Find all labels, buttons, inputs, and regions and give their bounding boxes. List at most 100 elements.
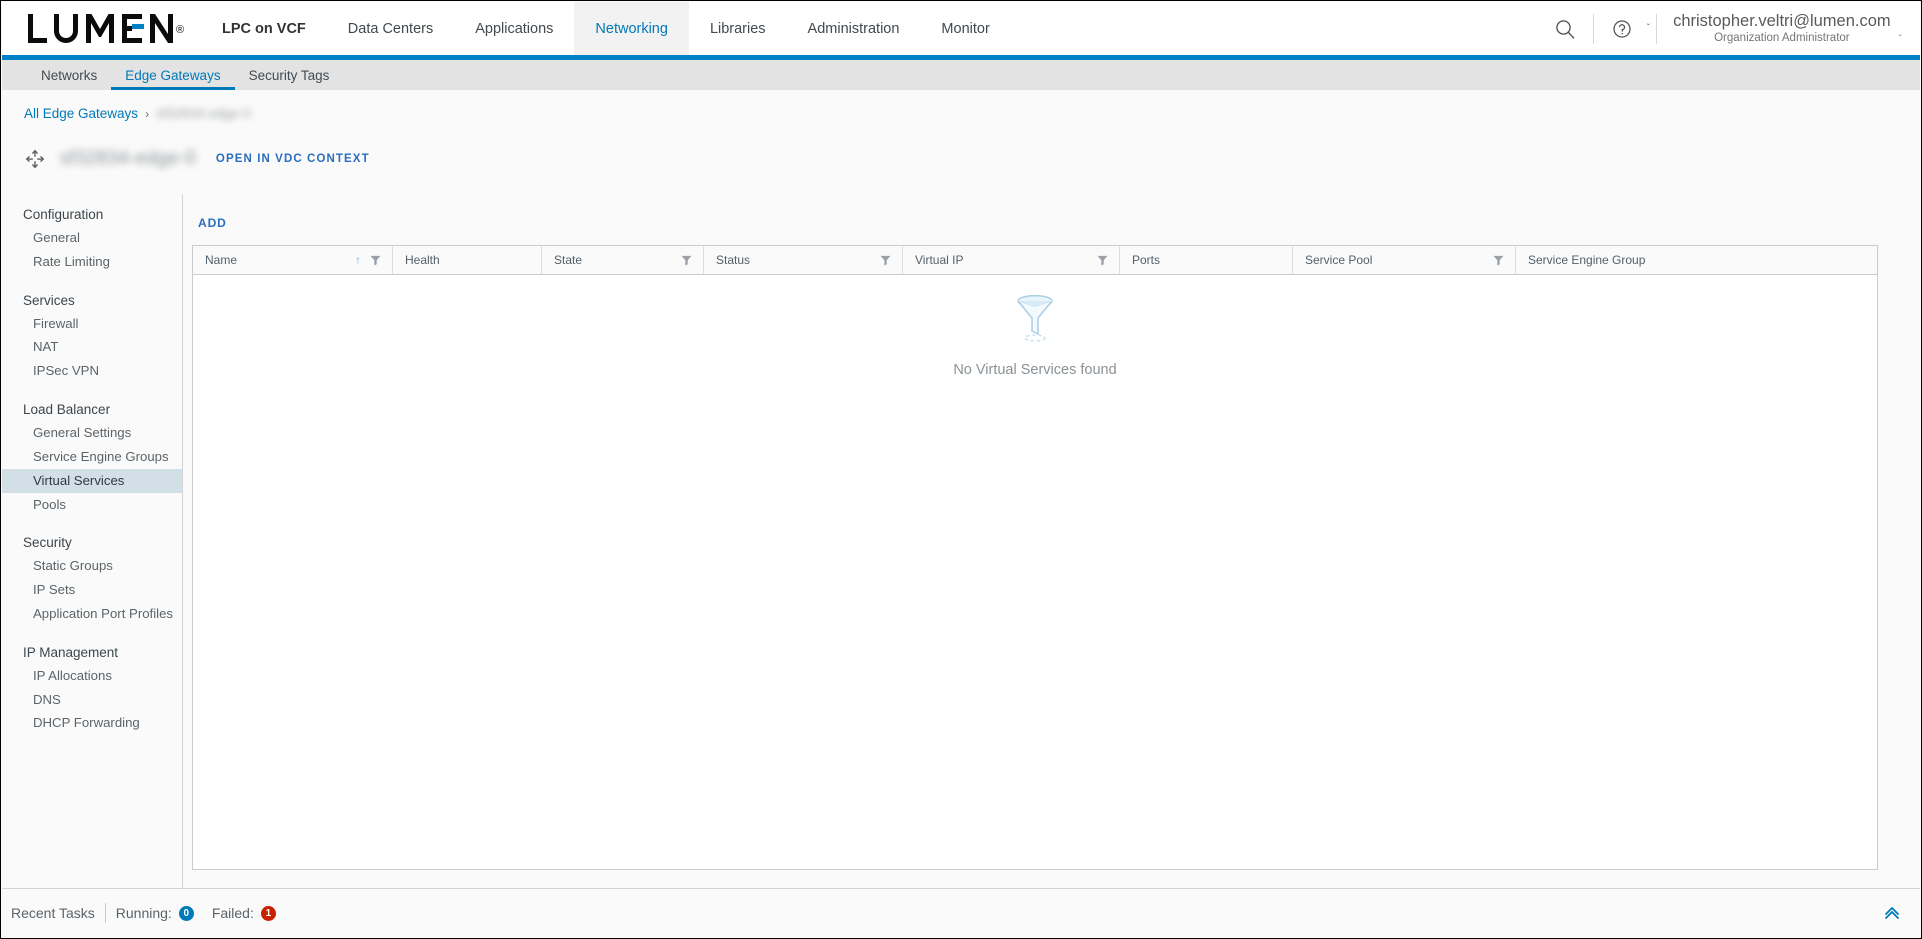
column-header-service-pool[interactable]: Service Pool	[1293, 246, 1516, 274]
user-role: Organization Administrator	[1714, 31, 1850, 44]
sidebar-item-rate-limiting[interactable]: Rate Limiting	[2, 250, 182, 274]
sidebar-item-nat[interactable]: NAT	[2, 335, 182, 359]
nav-item-monitor[interactable]: Monitor	[920, 2, 1010, 55]
column-controls: ↑	[355, 254, 392, 266]
failed-count-badge: 1	[260, 905, 276, 921]
user-menu[interactable]: christopher.veltri@lumen.com Organizatio…	[1663, 12, 1902, 46]
nav-group-title-load-balancer: Load Balancer	[23, 402, 111, 418]
column-controls	[1097, 255, 1119, 266]
nav-group-ip-management: IP Management IP Allocations DNS DHCP Fo…	[2, 642, 182, 735]
column-label: Name	[205, 253, 238, 267]
sidebar-navigation: Configuration General Rate Limiting Serv…	[2, 194, 183, 888]
status-bar: Recent Tasks Running: 0 Failed: 1	[2, 888, 1920, 937]
column-controls	[1493, 255, 1515, 266]
sidebar-item-general-settings[interactable]: General Settings	[2, 421, 182, 445]
content-area: All Edge Gateways › sf32834-edge-0 sf328…	[2, 90, 1920, 888]
main-navigation: LPC on VCF Data Centers Applications Net…	[210, 2, 1543, 55]
footer-divider	[104, 903, 106, 923]
virtual-services-table: Name ↑ Health State Status Virtual IP Ports Ser…	[192, 245, 1878, 870]
column-label: State	[554, 253, 583, 267]
nav-item-data-centers[interactable]: Data Centers	[327, 2, 454, 55]
column-controls	[681, 255, 703, 266]
sidebar-item-dhcp-forwarding[interactable]: DHCP Forwarding	[2, 711, 182, 735]
failed-label: Failed:	[211, 905, 254, 921]
tab-networks[interactable]: Networks	[27, 60, 111, 90]
double-chevron-up-icon[interactable]	[1882, 903, 1902, 923]
nav-group-title-security: Security	[23, 535, 72, 551]
column-header-state[interactable]: State	[542, 246, 704, 274]
column-label: Virtual IP	[915, 253, 964, 267]
column-header-ports[interactable]: Ports	[1120, 246, 1293, 274]
column-label: Health	[405, 253, 440, 267]
top-header: ® LPC on VCF Data Centers Applications N…	[2, 2, 1920, 55]
sort-ascending-icon[interactable]: ↑	[355, 254, 361, 266]
nav-item-applications[interactable]: Applications	[454, 2, 574, 55]
app-window: ® LPC on VCF Data Centers Applications N…	[0, 0, 1922, 939]
header-divider-1	[1592, 13, 1594, 44]
filter-icon[interactable]	[1097, 255, 1108, 266]
column-label: Service Engine Group	[1528, 253, 1646, 267]
column-header-health[interactable]: Health	[393, 246, 542, 274]
empty-state-message: No Virtual Services found	[953, 362, 1117, 378]
column-header-name[interactable]: Name ↑	[193, 246, 393, 274]
sidebar-item-firewall[interactable]: Firewall	[2, 312, 182, 336]
header-divider-2	[1656, 13, 1658, 44]
sidebar-item-ipsec-vpn[interactable]: IPSec VPN	[2, 359, 182, 383]
help-menu[interactable]: ˇ	[1600, 2, 1650, 55]
nav-item-libraries[interactable]: Libraries	[689, 2, 787, 55]
search-icon[interactable]	[1543, 2, 1587, 55]
empty-state: No Virtual Services found	[193, 291, 1877, 378]
header-actions: ˇ christopher.veltri@lumen.com Organizat…	[1543, 2, 1920, 55]
sidebar-item-application-port-profiles[interactable]: Application Port Profiles	[2, 602, 182, 626]
sidebar-item-general[interactable]: General	[2, 226, 182, 250]
column-header-virtual-ip[interactable]: Virtual IP	[903, 246, 1120, 274]
sidebar-item-dns[interactable]: DNS	[2, 688, 182, 712]
nav-group-title-services: Services	[23, 292, 75, 308]
sidebar-item-pools[interactable]: Pools	[2, 493, 182, 517]
nav-group-title-configuration: Configuration	[23, 207, 104, 222]
filter-icon[interactable]	[681, 255, 692, 266]
sidebar-item-service-engine-groups[interactable]: Service Engine Groups	[2, 445, 182, 469]
edge-gateway-icon	[24, 148, 46, 170]
lumen-logo[interactable]: ®	[2, 12, 210, 45]
open-in-vdc-context-button[interactable]: OPEN IN VDC CONTEXT	[216, 153, 370, 165]
nav-item-administration[interactable]: Administration	[787, 2, 921, 55]
nav-group-configuration: Configuration General Rate Limiting	[2, 204, 182, 274]
user-identity[interactable]: christopher.veltri@lumen.com Organizatio…	[1673, 12, 1895, 46]
add-button[interactable]: ADD	[192, 212, 233, 234]
sidebar-item-virtual-services[interactable]: Virtual Services	[2, 468, 182, 493]
breadcrumb-current: sf32834-edge-0	[156, 106, 251, 121]
failed-tasks-status[interactable]: Failed: 1	[212, 905, 276, 921]
section-tabs: Networks Edge Gateways Security Tags	[2, 60, 1920, 90]
column-header-service-engine-group[interactable]: Service Engine Group	[1516, 246, 1877, 274]
nav-group-load-balancer: Load Balancer General Settings Service E…	[2, 399, 182, 516]
running-tasks-status[interactable]: Running: 0	[116, 905, 194, 921]
sidebar-item-ip-sets[interactable]: IP Sets	[2, 578, 182, 602]
sidebar-item-static-groups[interactable]: Static Groups	[2, 554, 182, 578]
user-email: christopher.veltri@lumen.com	[1673, 11, 1891, 30]
column-label: Service Pool	[1305, 253, 1373, 267]
tab-security-tags[interactable]: Security Tags	[235, 60, 344, 90]
nav-item-networking[interactable]: Networking	[574, 2, 689, 55]
column-header-status[interactable]: Status	[704, 246, 903, 274]
breadcrumb: All Edge Gateways › sf32834-edge-0	[24, 106, 251, 121]
sidebar-item-ip-allocations[interactable]: IP Allocations	[2, 664, 182, 688]
nav-item-lpc-on-vcf[interactable]: LPC on VCF	[210, 2, 327, 55]
breadcrumb-all-edge-gateways[interactable]: All Edge Gateways	[24, 106, 138, 121]
page-header: sf32834-edge-0 OPEN IN VDC CONTEXT	[24, 148, 370, 170]
help-circle-icon[interactable]	[1600, 2, 1644, 55]
virtual-services-panel: ADD Name ↑ Health State Status Virtual IP Port…	[183, 194, 1920, 888]
filter-icon[interactable]	[1493, 255, 1504, 266]
tab-edge-gateways[interactable]: Edge Gateways	[111, 60, 235, 90]
filter-icon[interactable]	[880, 255, 891, 266]
filter-icon[interactable]	[370, 255, 381, 266]
lumen-logo-mark	[26, 12, 174, 45]
breadcrumb-separator-icon: ›	[145, 106, 150, 121]
running-label: Running:	[115, 905, 172, 921]
column-label: Status	[716, 253, 751, 267]
nav-group-security: Security Static Groups IP Sets Applicati…	[2, 532, 182, 625]
table-header-row: Name ↑ Health State Status Virtual IP Ports Ser…	[193, 246, 1877, 275]
help-chevron-down-icon: ˇ	[1646, 22, 1651, 34]
nav-group-title-ip-management: IP Management	[23, 644, 119, 660]
recent-tasks-button[interactable]: Recent Tasks	[11, 905, 105, 921]
